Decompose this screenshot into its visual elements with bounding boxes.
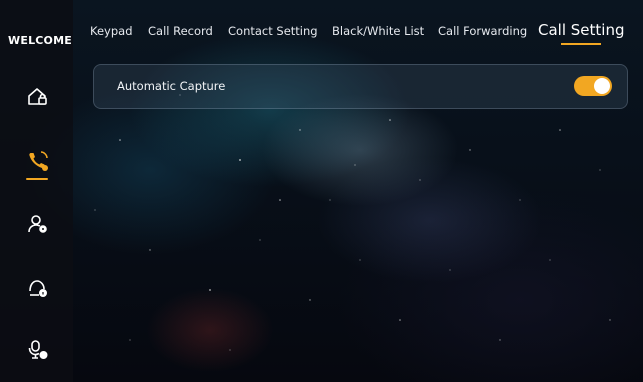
tab-call-record[interactable]: Call Record (148, 24, 213, 38)
sidebar-item-microphone[interactable] (18, 330, 58, 370)
tab-call-forwarding[interactable]: Call Forwarding (438, 24, 527, 38)
sidebar-item-user-info[interactable] (18, 268, 58, 308)
top-tab-bar: Keypad Call Record Contact Setting Black… (80, 0, 643, 46)
user-info-icon (29, 280, 48, 298)
sidebar-item-home[interactable] (18, 77, 58, 117)
tab-call-setting[interactable]: Call Setting (538, 21, 624, 39)
automatic-capture-row: Automatic Capture (93, 64, 628, 109)
tab-black-white-list[interactable]: Black/White List (332, 24, 424, 38)
sidebar-active-indicator (26, 178, 48, 180)
tab-keypad[interactable]: Keypad (90, 24, 133, 38)
star-dots (94, 94, 611, 351)
microphone-user-icon (28, 340, 48, 360)
toggle-knob (594, 78, 610, 94)
home-lock-icon (28, 88, 47, 105)
user-settings-icon (28, 215, 47, 233)
sidebar: WELCOME (0, 0, 73, 382)
automatic-capture-label: Automatic Capture (117, 79, 226, 93)
automatic-capture-toggle[interactable] (574, 76, 612, 96)
welcome-title: WELCOME (8, 34, 72, 47)
sidebar-item-call[interactable] (18, 141, 58, 181)
phone-call-icon (29, 151, 48, 171)
tab-active-indicator (561, 43, 601, 45)
tab-contact-setting[interactable]: Contact Setting (228, 24, 318, 38)
sidebar-item-user-settings[interactable] (18, 204, 58, 244)
